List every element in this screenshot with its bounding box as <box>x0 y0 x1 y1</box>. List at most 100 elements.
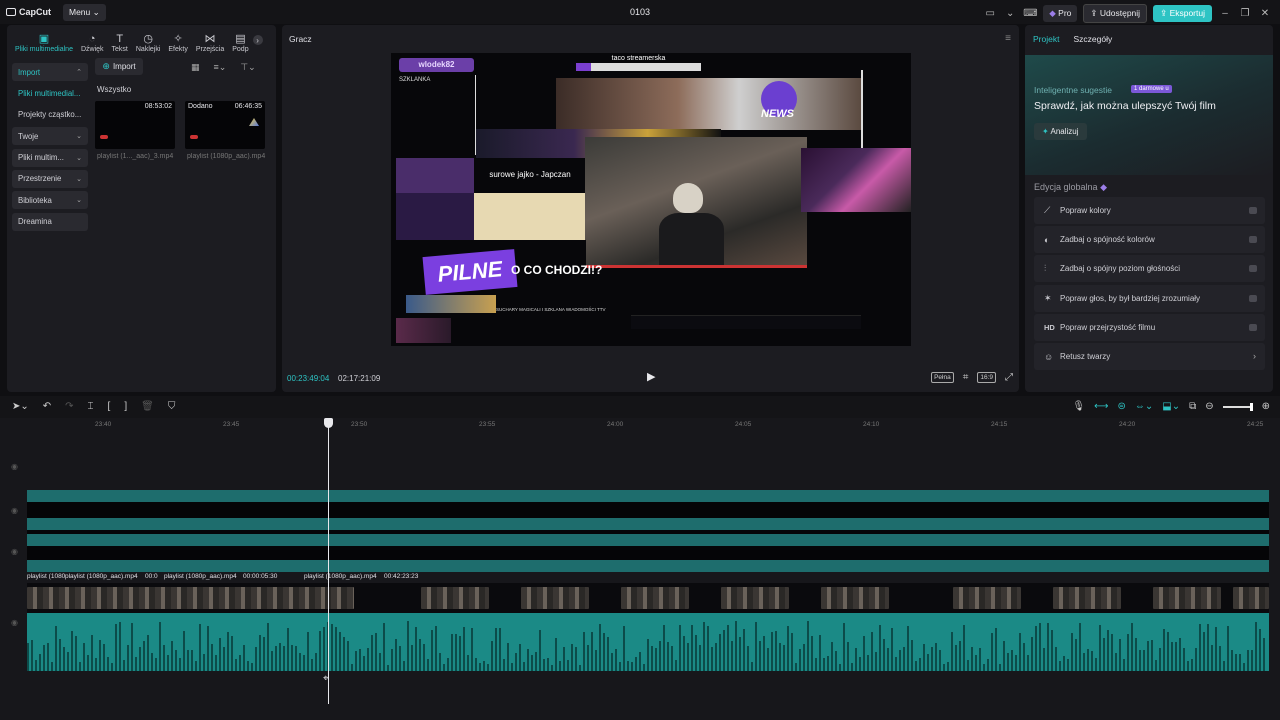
sort-icon[interactable]: ≡⌄ <box>214 62 227 73</box>
overlay-track[interactable] <box>27 518 1269 530</box>
layout-icon[interactable]: ▭ <box>983 8 997 19</box>
video-track[interactable] <box>27 583 1269 613</box>
analyze-button[interactable]: ✦ Analizuj <box>1034 123 1087 140</box>
tab-project[interactable]: Projekt <box>1033 34 1059 44</box>
link-clips-icon[interactable]: ⟷ <box>1094 401 1108 412</box>
audio-track[interactable] <box>27 613 1269 671</box>
overlay-track[interactable] <box>27 490 1269 502</box>
tab-captions[interactable]: ▤ Podp <box>228 34 252 54</box>
zoom-slider-knob[interactable] <box>1249 402 1253 411</box>
sidebar-item-media-files[interactable]: Pliki multimedial... <box>12 84 88 102</box>
track-visibility-icon[interactable]: ◉ <box>11 506 18 515</box>
tab-media[interactable]: ▣ Pliki multimedialne <box>11 34 77 54</box>
aspect-ratio-button[interactable]: 16:9 <box>977 372 996 383</box>
filter-icon[interactable]: ⊤⌄ <box>240 62 255 73</box>
feature-toggle[interactable] <box>1249 295 1257 302</box>
magnet-icon[interactable]: ⊜ <box>1117 401 1125 412</box>
track-visibility-icon[interactable]: ◉ <box>11 547 18 556</box>
media-thumbnail[interactable]: 08:53:02 <box>95 101 175 149</box>
tab-audio[interactable]: ◔ Dźwięk <box>77 34 108 54</box>
fullscreen-icon[interactable]: ⤢ <box>1005 372 1013 383</box>
trim-left-icon[interactable]: [ <box>108 401 111 412</box>
sidebar-item-library[interactable]: Biblioteka ⌄ <box>12 191 88 210</box>
playhead-handle[interactable] <box>324 418 333 428</box>
feature-clarity[interactable]: HD Popraw przejrzystość filmu <box>1034 314 1265 341</box>
feature-loudness[interactable]: ⫶ Zadbaj o spójny poziom głośności <box>1034 255 1265 282</box>
feature-toggle[interactable] <box>1249 324 1257 331</box>
waveform-bar <box>643 664 645 671</box>
tab-stickers[interactable]: ◷ Naklejki <box>132 34 165 54</box>
tab-transitions[interactable]: ⋈ Przejścia <box>192 34 228 54</box>
player-menu-icon[interactable]: ≡ <box>1005 33 1011 44</box>
sidebar-item-partial-projects[interactable]: Projekty cząstko... <box>12 106 88 124</box>
zoom-slider[interactable] <box>1222 402 1253 411</box>
tab-text[interactable]: T Tekst <box>108 34 132 54</box>
menu-button[interactable]: Menu ⌄ <box>63 3 106 21</box>
video-clip[interactable] <box>1053 587 1121 609</box>
video-clip[interactable] <box>821 587 889 609</box>
feature-improve-colors[interactable]: ⟋ Popraw kolory <box>1034 197 1265 224</box>
redo-icon[interactable]: ↷ <box>65 401 73 412</box>
feature-toggle[interactable] <box>1249 265 1257 272</box>
track-visibility-icon[interactable]: ◉ <box>11 462 18 471</box>
sidebar-item-dreamina[interactable]: Dreamina <box>12 212 88 231</box>
video-clip[interactable] <box>1233 587 1269 609</box>
undo-icon[interactable]: ↶ <box>43 401 51 412</box>
overlay-track[interactable] <box>27 560 1269 572</box>
feature-voice-enhance[interactable]: ✶ Popraw głos, by był bardziej zrozumiały <box>1034 285 1265 312</box>
track-visibility-icon[interactable]: ◉ <box>11 618 18 627</box>
zoom-out-icon[interactable]: ⊖ <box>1205 401 1213 412</box>
select-tool-icon[interactable]: ➤⌄ <box>12 401 29 412</box>
shortcuts-icon[interactable]: ⌨ <box>1023 8 1037 19</box>
video-clip[interactable] <box>621 587 689 609</box>
timeline[interactable]: 23:40 23:45 23:50 23:55 24:00 24:05 24:1… <box>0 418 1280 720</box>
export-button[interactable]: ⇪ Eksportuj <box>1153 5 1212 22</box>
trim-right-icon[interactable]: ] <box>124 401 127 412</box>
maximize-icon[interactable]: ❐ <box>1238 8 1252 19</box>
caption-track-icon[interactable]: ⧉ <box>1189 401 1196 412</box>
delete-icon[interactable]: 🗑 <box>141 401 154 412</box>
video-clip[interactable] <box>1153 587 1221 609</box>
minimize-icon[interactable]: – <box>1218 8 1232 19</box>
playhead[interactable] <box>328 418 329 704</box>
media-thumbnail[interactable]: Dodano 06:46:35 <box>185 101 265 149</box>
focus-icon[interactable]: ⌗ <box>963 372 969 383</box>
tab-effects[interactable]: ✧ Efekty <box>164 33 191 54</box>
sidebar-item-import[interactable]: Import ⌃ <box>12 63 88 81</box>
overlay-track[interactable] <box>27 534 1269 546</box>
feature-toggle[interactable] <box>1249 207 1257 214</box>
video-clip[interactable] <box>521 587 589 609</box>
feature-toggle[interactable] <box>1249 236 1257 243</box>
shield-icon[interactable]: ⛉ <box>168 401 176 412</box>
quality-button[interactable]: Pełna <box>931 372 954 383</box>
tabs-scroll-right[interactable]: › <box>252 35 263 53</box>
video-clip[interactable] <box>953 587 1021 609</box>
snap-icon[interactable]: ⇔⌄ <box>1135 401 1153 412</box>
playhead-drag-icon[interactable]: ⌖ <box>323 673 329 684</box>
feature-color-match[interactable]: ◐ Zadbaj o spójność kolorów <box>1034 226 1265 253</box>
zoom-in-icon[interactable]: ⊕ <box>1262 401 1270 412</box>
preview-axis-icon[interactable]: ⬓⌄ <box>1162 401 1180 412</box>
grid-view-icon[interactable]: ▦ <box>191 62 200 73</box>
video-clip[interactable] <box>721 587 789 609</box>
close-icon[interactable]: ✕ <box>1258 8 1272 19</box>
share-button[interactable]: ⇪ Udostępnij <box>1083 4 1148 23</box>
video-preview[interactable]: wlodek82 SZKLANKA taco streamerska NEWS … <box>391 53 911 346</box>
video-clip[interactable] <box>421 587 489 609</box>
microphone-icon[interactable]: 🎙 <box>1072 401 1085 412</box>
feature-face-retouch[interactable]: ☺ Retusz twarzy › <box>1034 343 1265 370</box>
pro-button[interactable]: ◆ Pro <box>1043 5 1078 22</box>
sidebar-item-media-library[interactable]: Pliki multim... ⌄ <box>12 148 88 167</box>
overlay-track[interactable] <box>27 502 1269 518</box>
video-clip[interactable] <box>27 587 354 609</box>
chevron-down-icon[interactable]: ⌄ <box>1003 8 1017 19</box>
sidebar-item-yours[interactable]: Twoje ⌄ <box>12 127 88 146</box>
split-icon[interactable]: ⌶ <box>88 401 94 412</box>
effects-icon: ✧ <box>173 33 183 45</box>
time-ruler[interactable]: 23:40 23:45 23:50 23:55 24:00 24:05 24:1… <box>27 418 1280 432</box>
overlay-track[interactable] <box>27 546 1269 560</box>
sidebar-item-spaces[interactable]: Przestrzenie ⌄ <box>12 169 88 188</box>
play-button[interactable]: ▶ <box>647 370 655 383</box>
tab-details[interactable]: Szczegóły <box>1073 34 1112 44</box>
import-button[interactable]: ⊕ Import <box>95 58 143 75</box>
